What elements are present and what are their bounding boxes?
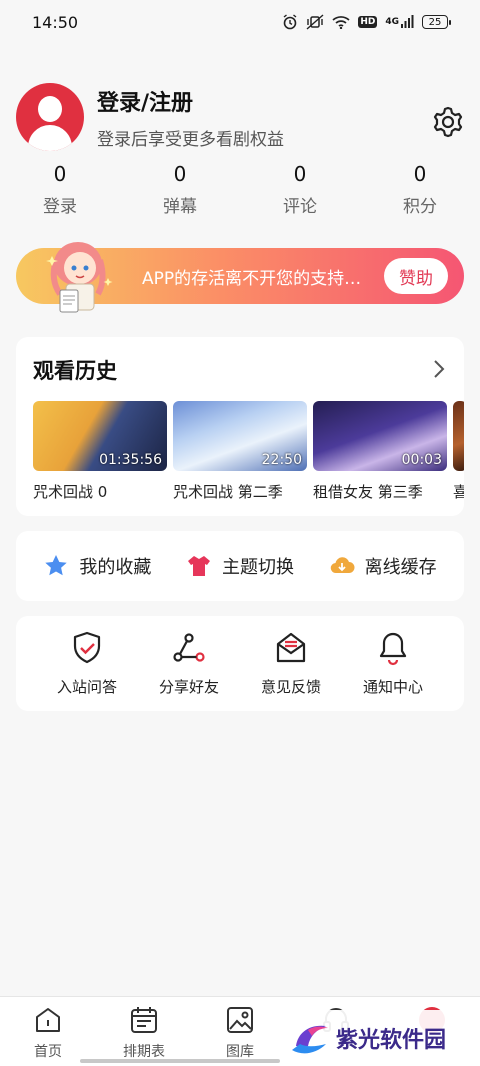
cloud-download-icon (330, 557, 355, 574)
stat-value: 0 (53, 162, 67, 186)
stat-danmaku[interactable]: 0 弹幕 (120, 162, 240, 217)
tab-schedule-label: 排期表 (123, 1044, 165, 1060)
stats-row: 0 登录 0 弹幕 0 评论 0 积分 (0, 162, 480, 217)
tab-home-label: 首页 (34, 1044, 62, 1060)
stat-points[interactable]: 0 积分 (360, 162, 480, 217)
watermark: 紫光软件园 (284, 1010, 453, 1066)
sponsor-banner-text: APP的存活离不开您的支持… (142, 269, 362, 289)
feedback-label: 意见反馈 (260, 678, 321, 696)
stat-label: 弹幕 (163, 197, 197, 217)
feedback-button[interactable]: 意见反馈 (251, 630, 331, 711)
tab-gallery[interactable]: 图库 (200, 1005, 280, 1066)
quick-actions-card: 我的收藏 主题切换 离线缓存 (16, 531, 464, 601)
shirt-icon (187, 556, 210, 576)
tab-home[interactable]: 首页 (8, 1005, 88, 1066)
history-thumbnail[interactable]: 22:50 (173, 401, 307, 471)
stat-label: 评论 (283, 197, 317, 217)
theme-switch-label: 主题切换 (221, 557, 294, 578)
history-progress-time: 00:03 (401, 452, 442, 468)
stat-label: 积分 (403, 197, 437, 217)
tab-schedule[interactable]: 排期表 (104, 1005, 184, 1066)
mascot-illustration (46, 242, 113, 313)
sponsor-button[interactable]: 赞助 (384, 258, 448, 294)
star-icon (45, 555, 68, 576)
stat-value: 0 (293, 162, 307, 186)
chevron-right-icon[interactable] (432, 357, 446, 381)
watermark-logo-icon (292, 1025, 328, 1054)
gallery-icon (227, 1007, 253, 1033)
history-item-title: 喜 (453, 483, 464, 501)
qa-entry-label: 入站问答 (56, 678, 117, 696)
offline-cache-label: 离线缓存 (364, 557, 437, 578)
alarm-icon (282, 14, 298, 30)
history-item[interactable]: 01:35:56 咒术回战 0 (33, 401, 167, 502)
share-icon (173, 633, 205, 662)
share-friends-label: 分享好友 (158, 678, 219, 696)
offline-cache-button[interactable]: 离线缓存 (329, 553, 437, 579)
signal-icon: 4G (385, 15, 414, 29)
history-item-title: 咒术回战 第二季 (173, 483, 283, 501)
history-item[interactable]: 22:50 咒术回战 第二季 (173, 401, 307, 502)
profile-header[interactable]: 登录/注册 登录后享受更多看剧权益 (0, 44, 480, 154)
watch-history-title: 观看历史 (33, 359, 117, 383)
history-list: 01:35:56 咒术回战 0 22:50 咒术回战 第二季 00:03 租借女… (33, 401, 464, 502)
history-item[interactable]: 00:03 租借女友 第三季 (313, 401, 447, 502)
status-bar: 14:50 HD 4G 25 (0, 0, 480, 44)
history-thumbnail[interactable]: 01:35:56 (33, 401, 167, 471)
notification-center-button[interactable]: 通知中心 (353, 630, 433, 711)
settings-gear-icon[interactable] (430, 104, 466, 140)
history-thumbnail[interactable] (453, 401, 464, 471)
tab-gallery-label: 图库 (226, 1044, 254, 1060)
qa-entry-button[interactable]: 入站问答 (47, 630, 127, 711)
calendar-icon (131, 1007, 157, 1033)
battery-icon: 25 (422, 15, 451, 29)
stat-login[interactable]: 0 登录 (0, 162, 120, 217)
bell-icon (379, 632, 407, 666)
watermark-text: 紫光软件园 (336, 1028, 447, 1053)
history-item-title: 租借女友 第三季 (313, 483, 423, 501)
home-icon (36, 1008, 60, 1032)
tools-card: 入站问答 分享好友 意见反馈 通知中心 (16, 616, 464, 711)
shield-check-icon (73, 631, 101, 664)
watch-history-card: 观看历史 01:35:56 咒术回战 0 22:50 咒术回战 第二季 00:0… (16, 337, 464, 516)
favorites-label: 我的收藏 (79, 557, 152, 578)
login-subtitle: 登录后享受更多看剧权益 (97, 129, 284, 150)
history-item-title: 咒术回战 0 (33, 483, 108, 501)
status-icons: HD 4G 25 (282, 14, 451, 30)
stat-value: 0 (173, 162, 187, 186)
history-item[interactable]: 喜 (453, 401, 464, 502)
stat-comments[interactable]: 0 评论 (240, 162, 360, 217)
status-time: 14:50 (32, 12, 79, 32)
avatar[interactable] (16, 83, 84, 151)
home-indicator (80, 1059, 280, 1063)
history-progress-time: 01:35:56 (99, 452, 162, 468)
favorites-button[interactable]: 我的收藏 (43, 553, 151, 579)
theme-switch-button[interactable]: 主题切换 (186, 553, 294, 579)
stat-label: 登录 (43, 197, 77, 217)
vibrate-mute-icon (306, 14, 324, 30)
notification-center-label: 通知中心 (362, 678, 423, 696)
mail-icon (276, 632, 306, 663)
history-progress-time: 22:50 (261, 452, 302, 468)
stat-value: 0 (413, 162, 427, 186)
login-register-title[interactable]: 登录/注册 (97, 85, 284, 117)
wifi-icon (332, 15, 350, 29)
hd-badge: HD (358, 16, 378, 28)
share-friends-button[interactable]: 分享好友 (149, 630, 229, 711)
history-thumbnail[interactable]: 00:03 (313, 401, 447, 471)
